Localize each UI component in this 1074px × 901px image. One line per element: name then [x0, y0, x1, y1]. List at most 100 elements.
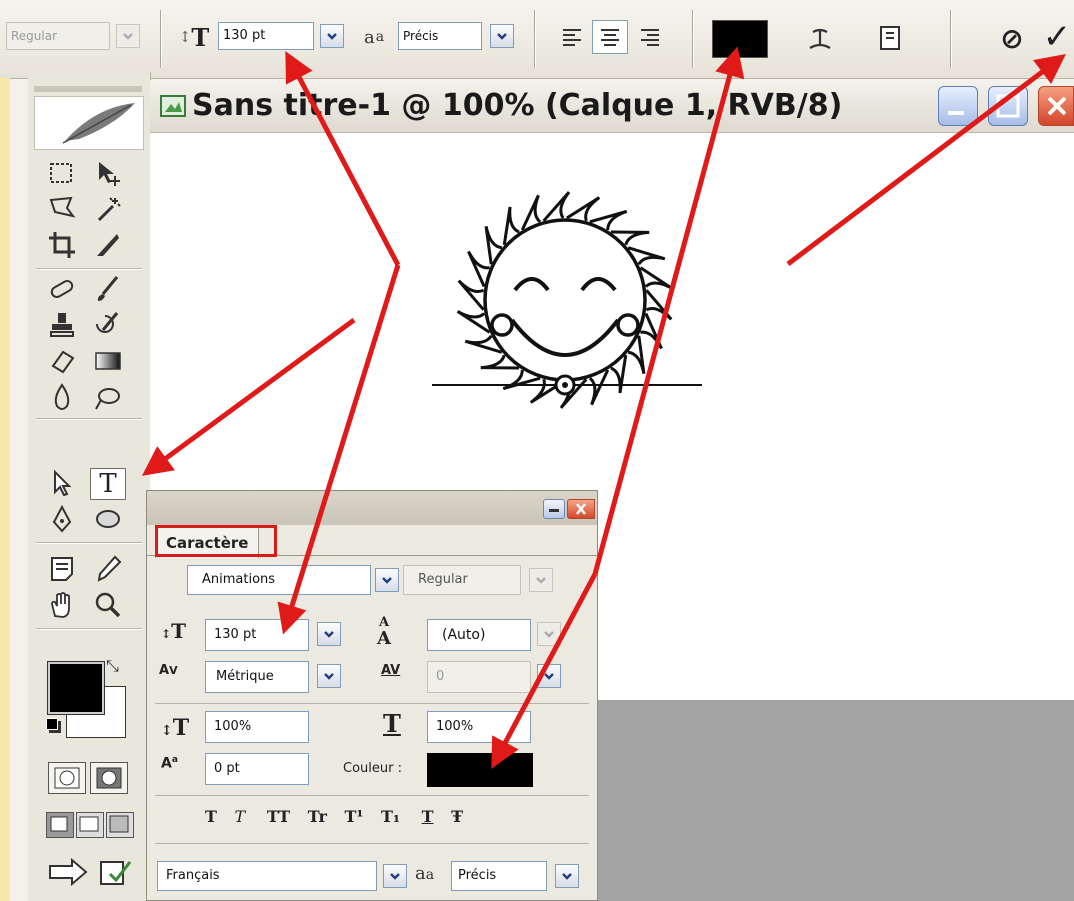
font-size-field[interactable]: 130 pt [218, 22, 314, 50]
text-color-swatch[interactable] [427, 753, 533, 787]
slice-tool[interactable] [88, 228, 128, 262]
tracking-icon: AV [381, 663, 401, 678]
antialias-dropdown-button[interactable] [555, 864, 579, 888]
all-caps-button[interactable]: TT [267, 807, 290, 826]
chevron-down-icon [562, 873, 572, 880]
antialias-field[interactable]: Précis [451, 861, 547, 891]
panel-minimize-button[interactable] [543, 499, 565, 519]
crop-icon [49, 232, 75, 258]
minimize-button[interactable] [938, 86, 978, 126]
font-style-dropdown-button[interactable] [116, 24, 140, 48]
magic-wand-icon [97, 197, 121, 222]
jump-arrow-icon [49, 857, 88, 887]
kerning-field[interactable]: Métrique [205, 661, 309, 693]
font-size-icon: ↕T [178, 22, 210, 52]
healing-brush-tool[interactable] [42, 272, 82, 306]
antialias-dropdown-button[interactable] [490, 24, 514, 48]
faux-italic-button[interactable]: T [235, 807, 246, 826]
leading-field[interactable]: (Auto) [427, 619, 531, 651]
adobe-online-button[interactable] [34, 96, 144, 150]
cancel-button[interactable]: ⊘ [994, 18, 1030, 58]
quick-mask-button[interactable] [90, 762, 128, 794]
commit-button[interactable]: ✓ [1040, 16, 1074, 58]
jump-to-imageready-button[interactable] [46, 856, 94, 890]
small-caps-button[interactable]: Tr [308, 807, 327, 826]
notes-tool[interactable] [42, 552, 82, 586]
kerning-dropdown-button[interactable] [317, 664, 341, 688]
standard-mode-button[interactable] [48, 762, 86, 794]
type-t-icon: T [99, 469, 117, 499]
zoom-tool[interactable] [88, 588, 128, 622]
panel-close-button[interactable] [567, 499, 595, 519]
language-field[interactable]: Français [157, 861, 377, 891]
superscript-button[interactable]: T¹ [345, 807, 364, 826]
horizontal-scale-field[interactable]: 100% [427, 711, 531, 743]
tracking-field[interactable]: 0 [427, 661, 531, 693]
marquee-tool[interactable] [42, 156, 82, 190]
imageready-icon-button[interactable] [98, 856, 132, 890]
maximize-button[interactable] [988, 86, 1028, 126]
align-left-button[interactable] [556, 22, 588, 52]
toolbox-separator [36, 268, 142, 269]
text-color-swatch[interactable] [712, 20, 768, 58]
clone-stamp-tool[interactable] [42, 308, 82, 342]
panel-separator [155, 843, 589, 844]
standard-screen-mode-button[interactable] [46, 812, 74, 838]
hand-tool[interactable] [42, 588, 82, 622]
brush-tool[interactable] [88, 272, 128, 306]
default-colors-button[interactable] [46, 718, 58, 730]
eyedropper-tool[interactable] [88, 552, 128, 586]
ellipse-icon [96, 510, 120, 528]
font-size-field[interactable]: 130 pt [205, 619, 309, 651]
blur-tool[interactable] [42, 380, 82, 414]
document-title: Sans titre-1 @ 100% (Calque 1, RVB/8) [192, 88, 843, 123]
tracking-dropdown-button[interactable] [537, 664, 561, 688]
strikethrough-button[interactable]: Ŧ [451, 807, 463, 826]
font-family-dropdown-button[interactable] [375, 568, 399, 592]
underline-button[interactable]: T [422, 807, 434, 826]
swap-colors-button[interactable]: ⤡ [106, 658, 119, 676]
workspace-background [598, 700, 1074, 901]
panel-header[interactable] [147, 491, 597, 525]
font-family-field[interactable]: Animations [187, 565, 371, 595]
vertical-scale-field[interactable]: 100% [205, 711, 309, 743]
full-screen-mode-button[interactable] [106, 812, 134, 838]
toolbox: T ⤡ [28, 72, 151, 901]
panel-separator [155, 703, 589, 704]
horizontal-scale-icon: T [383, 709, 401, 738]
sun-ray [457, 279, 485, 311]
lasso-tool[interactable] [42, 192, 82, 226]
eraser-tool[interactable] [42, 344, 82, 378]
warp-text-button[interactable] [802, 20, 838, 56]
align-center-button[interactable] [592, 20, 628, 54]
palettes-toggle-button[interactable] [872, 20, 908, 56]
subscript-button[interactable]: T₁ [381, 807, 400, 826]
close-button[interactable] [1038, 86, 1074, 126]
shape-tool[interactable] [88, 502, 128, 536]
rectangular-marquee-icon [50, 163, 72, 183]
font-style-field[interactable]: Regular [6, 22, 110, 50]
move-tool[interactable] [88, 156, 128, 190]
font-style-dropdown-button[interactable] [529, 568, 553, 592]
font-size-dropdown-button[interactable] [317, 622, 341, 646]
foreground-color-swatch[interactable] [48, 662, 104, 714]
leading-dropdown-button[interactable] [537, 622, 561, 646]
font-size-dropdown-button[interactable] [320, 24, 344, 48]
move-icon [99, 162, 120, 186]
type-tool[interactable]: T [90, 468, 126, 500]
path-selection-tool[interactable] [42, 466, 82, 500]
dodge-tool[interactable] [88, 380, 128, 414]
document-title-bar[interactable]: Sans titre-1 @ 100% (Calque 1, RVB/8) [150, 80, 1074, 133]
history-brush-tool[interactable] [88, 308, 128, 342]
antialias-field[interactable]: Précis [398, 22, 482, 50]
pen-tool[interactable] [42, 502, 82, 536]
font-style-field[interactable]: Regular [403, 565, 521, 595]
magic-wand-tool[interactable] [88, 192, 128, 226]
gradient-tool[interactable] [88, 344, 128, 378]
baseline-shift-field[interactable]: 0 pt [205, 753, 309, 785]
full-screen-menu-mode-button[interactable] [76, 812, 104, 838]
align-right-button[interactable] [634, 22, 666, 52]
crop-tool[interactable] [42, 228, 82, 262]
language-dropdown-button[interactable] [383, 864, 407, 888]
faux-bold-button[interactable]: T [205, 807, 217, 826]
